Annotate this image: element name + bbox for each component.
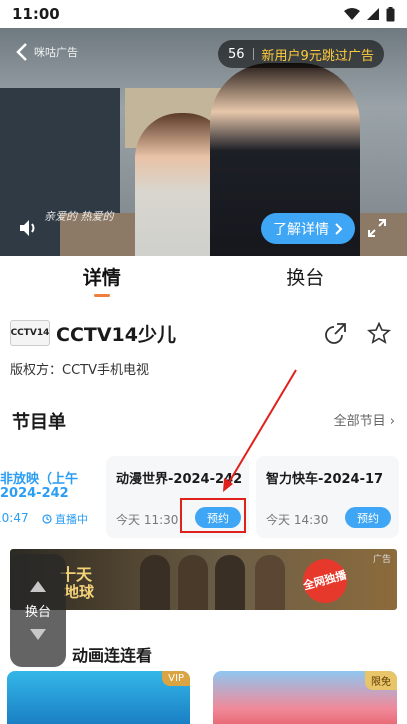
cartoon-thumbnail[interactable]: VIP bbox=[7, 671, 190, 724]
tab-bar: 详情 换台 bbox=[0, 256, 407, 304]
chevron-left-icon bbox=[16, 43, 27, 61]
channel-switcher-label: 换台 bbox=[24, 605, 51, 620]
program-time: 10:47 bbox=[0, 511, 29, 525]
fullscreen-icon bbox=[368, 219, 386, 237]
volume-button[interactable] bbox=[18, 218, 40, 242]
vip-badge: VIP bbox=[162, 671, 190, 686]
channel-logo: CCTV14 bbox=[10, 320, 50, 346]
all-programs-link[interactable]: 全部节目 › bbox=[334, 410, 395, 429]
learn-more-button[interactable]: 了解详情 bbox=[261, 213, 355, 244]
program-title: 智力快车-2024-17 bbox=[266, 472, 384, 487]
volume-icon bbox=[20, 220, 35, 236]
copyright-holder: 版权方：CCTV手机电视 bbox=[10, 363, 149, 378]
status-bar: 11:00 bbox=[0, 0, 407, 28]
page: 11:00 咪咕广告 56 新用户9元跳过广告 亲爱的 热爱的 了解详情 详情 … bbox=[0, 0, 407, 724]
program-title: 动漫世界-2024-242 bbox=[116, 472, 243, 487]
reserve-button[interactable]: 预约 bbox=[345, 507, 391, 528]
ad-countdown: 56 bbox=[228, 46, 245, 62]
triangle-down-icon[interactable] bbox=[29, 628, 47, 641]
tab-details[interactable]: 详情 bbox=[0, 256, 204, 304]
banner-text-line2: 地球 bbox=[64, 583, 95, 601]
battery-icon bbox=[386, 6, 395, 21]
program-title: 非放映（上午 bbox=[0, 472, 79, 487]
ad-banner[interactable]: 十天 地球 全网独播 广告 bbox=[10, 549, 397, 610]
program-time: 今天 14:30 bbox=[266, 513, 329, 527]
program-card[interactable]: 非放映（上午 2024-242 10:47 直播中 bbox=[0, 456, 98, 538]
program-title-line2: 2024-242 bbox=[0, 486, 69, 501]
wifi-icon bbox=[344, 8, 360, 20]
tab-switch-label: 换台 bbox=[286, 267, 325, 289]
status-icons bbox=[344, 6, 395, 22]
annotation-highlight-box bbox=[180, 498, 246, 533]
learn-more-label: 了解详情 bbox=[273, 221, 329, 238]
share-icon[interactable] bbox=[325, 322, 347, 344]
schedule-title: 节目单 bbox=[12, 412, 66, 433]
skip-ad-pill[interactable]: 56 新用户9元跳过广告 bbox=[218, 40, 384, 68]
triangle-up-icon[interactable] bbox=[29, 580, 47, 593]
fullscreen-button[interactable] bbox=[368, 219, 386, 241]
live-status: 直播中 bbox=[42, 511, 88, 527]
status-time: 11:00 bbox=[12, 5, 60, 23]
cartoon-section-title: 动画连连看 bbox=[72, 646, 153, 665]
tab-details-label: 详情 bbox=[82, 267, 121, 289]
program-time: 今天 11:30 bbox=[116, 513, 179, 527]
program-card[interactable]: 智力快车-2024-17 今天 14:30 预约 bbox=[256, 456, 399, 538]
tab-switch-channel[interactable]: 换台 bbox=[204, 256, 407, 304]
free-badge: 限免 bbox=[365, 671, 397, 690]
exclusive-badge: 全网独播 bbox=[298, 554, 352, 608]
channel-actions bbox=[325, 322, 397, 344]
ad-tag: 广告 bbox=[372, 555, 391, 565]
chevron-right-icon bbox=[335, 222, 343, 235]
skip-ad-text[interactable]: 新用户9元跳过广告 bbox=[262, 45, 374, 64]
favorite-star-icon[interactable] bbox=[367, 322, 391, 344]
live-clock-icon bbox=[42, 514, 52, 524]
video-watermark: 亲爱的 热爱的 bbox=[44, 210, 114, 223]
cartoon-thumbnail[interactable]: 限免 bbox=[213, 671, 397, 724]
signal-icon bbox=[367, 8, 379, 20]
channel-header: CCTV14 CCTV14少儿 bbox=[10, 316, 397, 350]
ad-source-label: 咪咕广告 bbox=[34, 46, 78, 59]
channel-name: CCTV14少儿 bbox=[56, 323, 176, 346]
back-button[interactable]: 咪咕广告 bbox=[16, 42, 78, 62]
channel-switcher[interactable]: 换台 bbox=[10, 554, 66, 667]
tab-underline bbox=[93, 294, 110, 297]
